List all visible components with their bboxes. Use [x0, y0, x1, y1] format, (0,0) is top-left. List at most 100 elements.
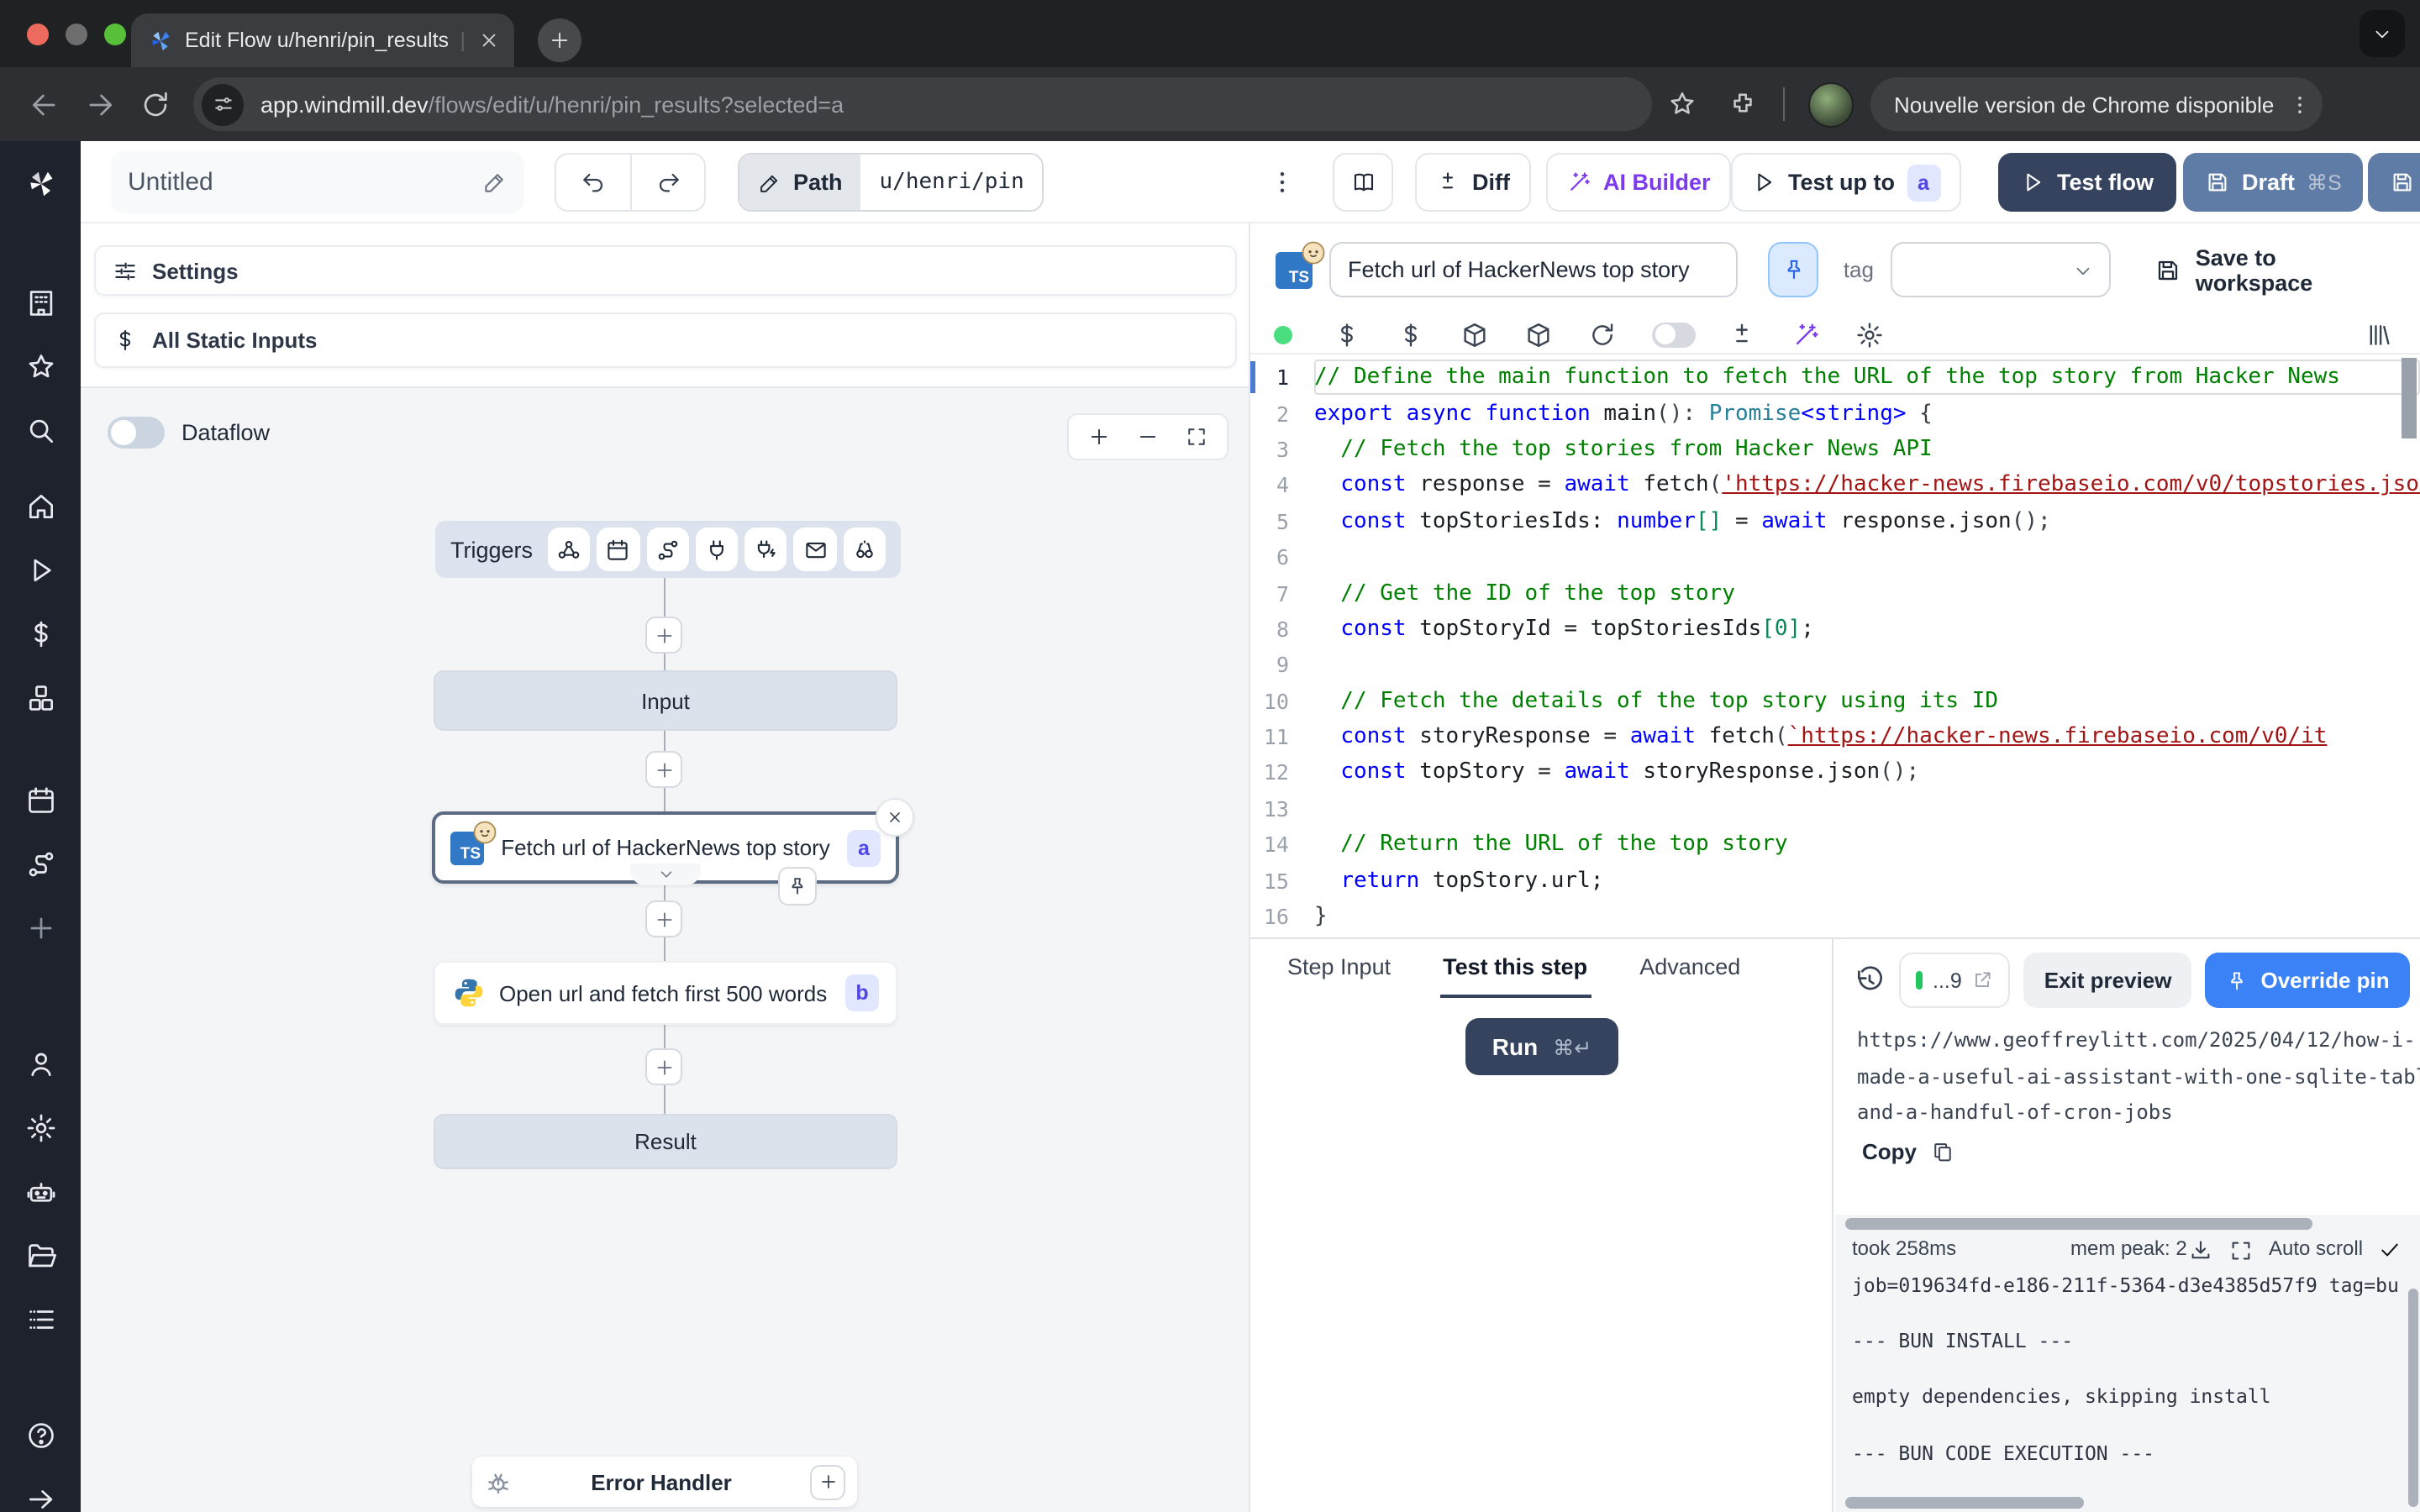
sidebar-folder-icon[interactable] — [24, 1240, 56, 1272]
address-bar[interactable]: app.windmill.dev/flows/edit/u/henri/pin_… — [193, 77, 1652, 131]
pencil-icon[interactable] — [482, 170, 508, 195]
path-button[interactable]: Path u/henri/pin — [738, 153, 1044, 212]
sidebar-calendar-icon[interactable] — [24, 785, 56, 816]
code-line-4[interactable]: 4 const response = await fetch('https://… — [1250, 467, 2420, 503]
trigger-plug-button[interactable] — [696, 528, 739, 571]
log-output[interactable]: job=019634fd-e186-211f-5364-d3e4385d57f9… — [1852, 1272, 2400, 1495]
sidebar-dollar-icon[interactable] — [24, 618, 56, 650]
zoom-window-button[interactable] — [104, 24, 126, 45]
resources-dollar-icon[interactable] — [1397, 320, 1425, 349]
collapse-step-chevron[interactable] — [630, 864, 701, 885]
sidebar-robot-icon[interactable] — [24, 1176, 56, 1208]
chrome-update-button[interactable]: Nouvelle version de Chrome disponible — [1870, 77, 2323, 131]
close-window-button[interactable] — [27, 24, 49, 45]
bookmark-star-icon[interactable] — [1667, 89, 1697, 119]
tab-search-chevron-button[interactable] — [2360, 10, 2405, 57]
ai-builder-button[interactable]: AI Builder — [1546, 153, 1731, 212]
pin-step-button[interactable] — [1769, 242, 1818, 297]
sidebar-gear-icon[interactable] — [24, 1112, 56, 1144]
result-node[interactable]: Result — [434, 1114, 897, 1169]
download-log-icon[interactable] — [2188, 1238, 2213, 1263]
test-flow-button[interactable]: Test flow — [1998, 153, 2175, 212]
check-icon[interactable] — [2378, 1238, 2402, 1262]
sidebar-arrow-right-icon[interactable] — [24, 1483, 56, 1512]
sidebar-plus-icon[interactable] — [24, 912, 56, 944]
code-line-10[interactable]: 10 // Fetch the details of the top story… — [1250, 683, 2420, 719]
external-link-icon[interactable] — [1972, 969, 1994, 991]
sidebar-user-icon[interactable] — [24, 1048, 56, 1080]
result-url-text[interactable]: https://www.geoffreylitt.com/2025/04/12/… — [1857, 1023, 2403, 1131]
job-badge[interactable]: ...9 — [1899, 953, 2011, 1008]
sidebar-building-icon[interactable] — [24, 287, 56, 319]
step-b-node[interactable]: Open url and fetch first 500 words of ..… — [434, 961, 897, 1025]
library-icon[interactable] — [2365, 320, 2393, 349]
add-step-button[interactable] — [645, 617, 682, 654]
autoscroll-label[interactable]: Auto scroll — [2269, 1236, 2363, 1260]
remove-step-button[interactable] — [876, 798, 914, 837]
add-step-button[interactable] — [645, 1048, 682, 1085]
code-line-9[interactable]: 9 — [1250, 647, 2420, 683]
input-node[interactable]: Input — [434, 670, 897, 731]
dataflow-toggle[interactable] — [108, 417, 165, 449]
profile-avatar[interactable] — [1808, 81, 1854, 127]
code-line-2[interactable]: 2export async function main(): Promise<s… — [1250, 396, 2420, 432]
pinned-step-badge[interactable] — [778, 867, 817, 906]
variables-dollar-icon[interactable] — [1333, 320, 1361, 349]
docs-button[interactable] — [1333, 153, 1393, 212]
trigger-webhook-button[interactable] — [548, 528, 591, 571]
extensions-icon[interactable] — [1728, 89, 1758, 119]
code-line-14[interactable]: 14 // Return the URL of the top story — [1250, 827, 2420, 863]
step-name-input[interactable]: Fetch url of HackerNews top story — [1329, 242, 1739, 297]
code-line-15[interactable]: 15 return topStory.url; — [1250, 863, 2420, 899]
tab-advanced[interactable]: Advanced — [1636, 939, 1744, 998]
editor-settings-gear-icon[interactable] — [1855, 320, 1884, 349]
trigger-route-button[interactable] — [646, 528, 689, 571]
url-text[interactable]: app.windmill.dev/flows/edit/u/henri/pin_… — [260, 92, 844, 117]
sidebar-star-icon[interactable] — [24, 351, 56, 383]
flow-name-input[interactable]: Untitled — [111, 151, 524, 213]
code-line-12[interactable]: 12 const topStory = await storyResponse.… — [1250, 755, 2420, 791]
code-line-13[interactable]: 13 — [1250, 790, 2420, 827]
fullscreen-icon[interactable] — [1185, 425, 1208, 449]
code-line-16[interactable]: 16} — [1250, 899, 2420, 935]
reload-icon[interactable] — [1588, 320, 1617, 349]
package-icon[interactable] — [1524, 320, 1553, 349]
exit-preview-button[interactable]: Exit preview — [2024, 953, 2192, 1008]
log-vertical-scrollbar[interactable] — [2408, 1289, 2418, 1507]
editor-scrollbar[interactable] — [2402, 358, 2417, 438]
trigger-calendar-button[interactable] — [597, 528, 640, 571]
editor-toggle[interactable] — [1652, 322, 1696, 347]
test-up-to-button[interactable]: Test up toa — [1731, 153, 1960, 212]
add-step-button[interactable] — [645, 900, 682, 937]
sidebar-play-icon[interactable] — [24, 554, 56, 586]
trigger-plug-zap-button[interactable] — [744, 528, 787, 571]
run-button[interactable]: Run ⌘↵ — [1465, 1018, 1618, 1075]
history-icon[interactable] — [1854, 964, 1886, 996]
error-handler-node[interactable]: Error Handler — [472, 1457, 857, 1507]
log-horizontal-scrollbar[interactable] — [1845, 1218, 2312, 1230]
tag-select[interactable] — [1891, 242, 2112, 297]
back-icon[interactable] — [29, 88, 60, 120]
site-settings-button[interactable] — [202, 83, 244, 125]
draft-button[interactable]: Draft⌘S — [2183, 153, 2364, 212]
more-options-icon[interactable] — [1267, 161, 1297, 203]
zoom-out-icon[interactable] — [1136, 425, 1160, 449]
code-line-11[interactable]: 11 const storyResponse = await fetch(`ht… — [1250, 719, 2420, 755]
package-icon[interactable] — [1460, 320, 1489, 349]
add-error-handler-button[interactable] — [810, 1464, 845, 1499]
browser-tab[interactable]: Edit Flow u/henri/pin_results | — [131, 13, 514, 67]
tab-step-input[interactable]: Step Input — [1284, 939, 1394, 998]
ai-wand-icon[interactable] — [1791, 320, 1820, 349]
settings-row[interactable]: Settings — [93, 245, 1236, 296]
all-static-inputs-row[interactable]: All Static Inputs — [93, 312, 1236, 368]
tab-test-this-step[interactable]: Test this step — [1439, 939, 1591, 998]
log-bottom-scrollbar[interactable] — [1845, 1497, 2084, 1509]
trigger-watch-button[interactable] — [843, 528, 886, 571]
sidebar-help-icon[interactable] — [24, 1420, 56, 1452]
code-editor[interactable]: 1// Define the main function to fetch th… — [1250, 353, 2420, 937]
triggers-node[interactable]: Triggers — [435, 521, 901, 578]
windmill-logo[interactable] — [24, 168, 56, 200]
save-to-workspace-button[interactable]: Save to workspace — [2155, 244, 2395, 295]
code-line-7[interactable]: 7 // Get the ID of the top story — [1250, 575, 2420, 612]
window-controls[interactable] — [27, 24, 126, 45]
